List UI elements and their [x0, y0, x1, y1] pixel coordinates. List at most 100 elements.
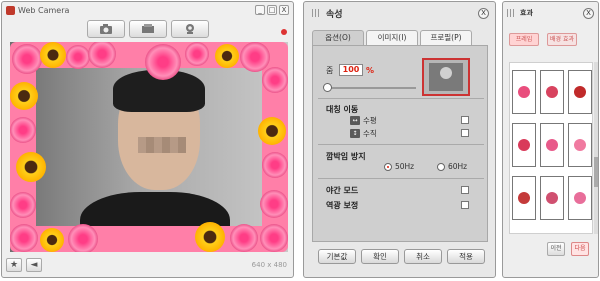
video-camera-icon	[142, 24, 154, 33]
snapshot-button[interactable]	[87, 20, 125, 38]
frame-preview-icon	[546, 86, 558, 98]
next-page-button[interactable]: 다음	[571, 242, 589, 256]
rose-icon	[68, 224, 98, 252]
rose-icon	[518, 139, 530, 151]
drag-grip-icon[interactable]	[507, 9, 515, 17]
frame-thumbnail[interactable]	[540, 70, 564, 114]
flip-vertical-icon: ↕	[350, 129, 360, 138]
rose-icon	[10, 117, 36, 143]
rose-icon	[230, 224, 258, 252]
properties-panel: 속성 X 옵션(O) 이미지(I) 프로필(P) 줌 100 % 대칭 이동 ↔…	[303, 1, 496, 278]
rose-icon	[145, 44, 181, 80]
maximize-button[interactable]: □	[267, 5, 277, 15]
resolution-label: 640 x 480	[251, 261, 287, 269]
frame-thumbnail[interactable]	[568, 123, 592, 167]
cancel-button[interactable]: 취소	[404, 249, 442, 264]
effects-close-button[interactable]: X	[583, 8, 594, 19]
properties-tabs: 옵션(O) 이미지(I) 프로필(P)	[312, 30, 472, 45]
rose-icon	[262, 67, 288, 93]
sunflower-icon	[10, 82, 38, 110]
frame-thumbnail[interactable]	[512, 123, 536, 167]
flip-horizontal-checkbox[interactable]	[461, 116, 469, 124]
rose-icon	[260, 224, 288, 252]
frame-thumbnail[interactable]	[568, 176, 592, 220]
flip-vertical-checkbox[interactable]	[461, 129, 469, 137]
effects-pager: 이전 다음	[547, 242, 589, 256]
effects-tabs: 프레임 배경 효과	[509, 33, 577, 46]
heart-icon	[574, 139, 586, 151]
zoom-row: 줌 100 %	[326, 64, 374, 76]
flower-icon	[546, 192, 558, 204]
sunflower-icon	[195, 222, 225, 252]
frame-thumbnail[interactable]	[568, 70, 592, 114]
flicker-50hz-label: 50Hz	[395, 162, 415, 171]
close-button[interactable]: X	[279, 5, 289, 15]
record-video-button[interactable]	[129, 20, 167, 38]
effects-panel: 효과 X 프레임 배경 효과 이전 다음	[502, 1, 599, 278]
properties-titlebar[interactable]: 속성	[304, 2, 495, 24]
frame-thumbnail[interactable]	[512, 176, 536, 220]
night-mode-checkbox[interactable]	[461, 186, 469, 194]
rose-icon	[10, 224, 38, 252]
tab-profile[interactable]: 프로필(P)	[420, 30, 472, 45]
frame-preview-icon	[518, 86, 530, 98]
flip-section-label: 대칭 이동	[326, 105, 359, 114]
webcam-window: Web Camera _ □ X ★ ◄ 640 x 480	[1, 1, 294, 278]
prev-page-button[interactable]: 이전	[547, 242, 565, 256]
rose-icon	[10, 192, 36, 218]
flip-horizontal-label: 수평	[363, 116, 377, 125]
sunflower-icon	[258, 117, 286, 145]
zoom-unit: %	[366, 65, 375, 75]
effects-title: 효과	[520, 9, 533, 17]
frame-thumbnail-grid	[509, 62, 593, 234]
window-title: Web Camera	[18, 5, 70, 15]
tab-frames[interactable]: 프레임	[509, 33, 539, 46]
default-button[interactable]: 기본값	[318, 249, 356, 264]
frame-thumbnail[interactable]	[512, 70, 536, 114]
zoom-slider[interactable]	[323, 83, 416, 92]
flicker-50hz-radio[interactable]	[384, 162, 392, 171]
flicker-60hz-radio[interactable]	[437, 162, 445, 171]
drag-grip-icon[interactable]	[312, 9, 320, 17]
speaker-icon[interactable]: ◄	[26, 258, 42, 272]
frame-grid-scrollbar[interactable]	[594, 62, 598, 234]
webcam-settings-button[interactable]	[171, 20, 209, 38]
rose-icon	[260, 190, 288, 218]
rose-icon	[262, 152, 288, 178]
webcam-titlebar[interactable]: Web Camera	[2, 2, 293, 18]
app-logo-icon	[6, 5, 15, 15]
tab-background-effects[interactable]: 배경 효과	[547, 33, 577, 46]
backlight-label: 역광 보정	[326, 201, 359, 210]
apply-button[interactable]: 적용	[447, 249, 485, 264]
frame-thumbnail[interactable]	[540, 123, 564, 167]
flicker-60hz-option[interactable]: 60Hz	[437, 162, 467, 171]
properties-close-button[interactable]: X	[478, 8, 489, 19]
lips-icon	[546, 139, 558, 151]
backlight-checkbox[interactable]	[461, 201, 469, 209]
sunflower-icon	[40, 42, 66, 68]
webcam-icon	[186, 24, 194, 34]
flower-icon	[518, 192, 530, 204]
sunflower-icon	[16, 152, 46, 182]
rose-icon	[185, 42, 209, 66]
frame-thumbnail[interactable]	[540, 176, 564, 220]
star-icon[interactable]: ★	[6, 258, 22, 272]
flip-horizontal-icon: ↔	[350, 116, 360, 125]
flicker-60hz-label: 60Hz	[448, 162, 468, 171]
zoom-value-input[interactable]: 100	[339, 64, 363, 76]
rose-icon	[66, 45, 90, 69]
flicker-section-label: 깜박임 방지	[326, 152, 366, 161]
minimize-button[interactable]: _	[255, 5, 265, 15]
flicker-50hz-option[interactable]: 50Hz	[384, 162, 414, 171]
tab-options[interactable]: 옵션(O)	[312, 30, 364, 45]
tab-image[interactable]: 이미지(I)	[366, 30, 418, 45]
camera-preview	[10, 42, 288, 252]
sunflower-icon	[215, 44, 239, 68]
ok-button[interactable]: 확인	[361, 249, 399, 264]
flower-icon	[574, 192, 586, 204]
zoom-slider-handle[interactable]	[323, 83, 332, 92]
zoom-label: 줌	[326, 65, 334, 75]
properties-button-row: 기본값 확인 취소 적용	[318, 249, 485, 264]
rose-icon	[240, 42, 270, 72]
pin-icon[interactable]	[281, 29, 287, 35]
